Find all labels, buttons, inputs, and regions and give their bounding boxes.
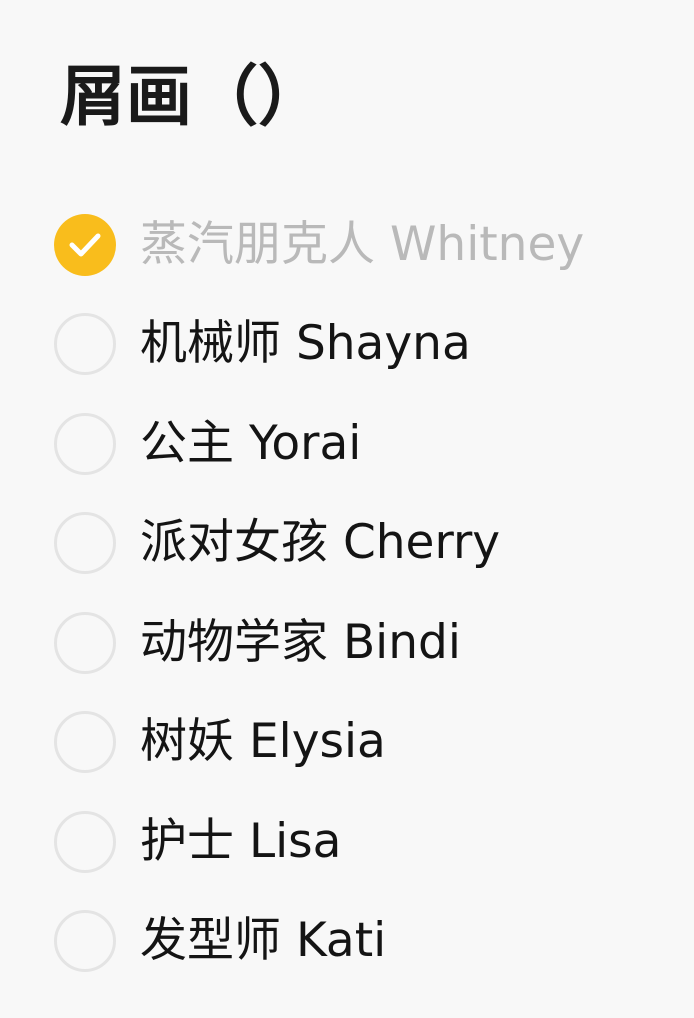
item-label: 动物学家 Bindi: [140, 614, 461, 670]
list-item[interactable]: 树妖 Elysia: [0, 693, 694, 793]
item-label: 发型师 Kati: [140, 913, 387, 969]
checkbox[interactable]: [54, 213, 116, 276]
item-label: 树妖 Elysia: [140, 714, 386, 770]
item-label: 护士 Lisa: [140, 813, 342, 869]
checkbox[interactable]: [54, 512, 116, 575]
checklist-screen: 屑画（） 蒸汽朋克人 Whitney 机械师 Shayna 公主 Yorai 派…: [0, 0, 694, 1018]
item-label: 派对女孩 Cherry: [140, 515, 501, 571]
page-title: 屑画（）: [60, 58, 324, 135]
checkbox[interactable]: [54, 910, 116, 973]
list-item[interactable]: 蒸汽朋克人 Whitney: [0, 195, 694, 295]
list-item[interactable]: 机械师 Shayna: [0, 295, 694, 395]
checkbox[interactable]: [54, 313, 116, 376]
checkbox[interactable]: [54, 412, 116, 475]
checkbox[interactable]: [54, 711, 116, 774]
item-label: 公主 Yorai: [140, 415, 362, 471]
checkbox[interactable]: [54, 810, 116, 873]
list-item[interactable]: 动物学家 Bindi: [0, 593, 694, 693]
list-item[interactable]: 公主 Yorai: [0, 394, 694, 494]
checkmark-icon: [69, 233, 101, 257]
list-item[interactable]: 派对女孩 Cherry: [0, 494, 694, 594]
list-item[interactable]: 发型师 Kati: [0, 892, 694, 992]
list-item[interactable]: 护士 Lisa: [0, 792, 694, 892]
item-label: 蒸汽朋克人 Whitney: [140, 216, 585, 272]
checklist: 蒸汽朋克人 Whitney 机械师 Shayna 公主 Yorai 派对女孩 C…: [0, 195, 694, 991]
checkbox[interactable]: [54, 611, 116, 674]
item-label: 机械师 Shayna: [140, 316, 471, 372]
